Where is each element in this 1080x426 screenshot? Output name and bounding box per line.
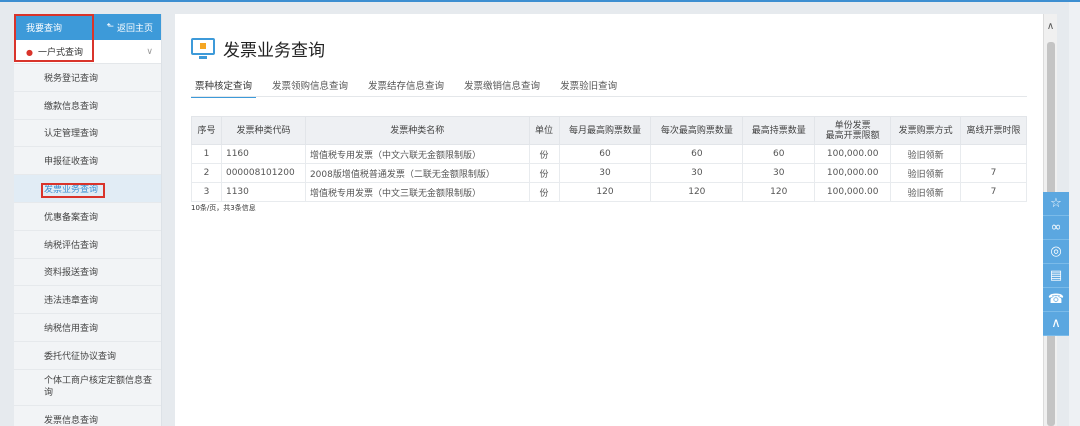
cell-seq: 3 [191, 182, 222, 202]
table-row: 2 000008101200 2008版增值税普通发票（二联无金额限制版） 份 … [191, 163, 1027, 183]
sidebar-item-declaration[interactable]: 申报征收查询 [14, 147, 161, 176]
cell-each-max: 60 [650, 144, 744, 164]
table-row: 1 1160 增值税专用发票（中文六联无金额限制版） 份 60 60 60 10… [191, 144, 1027, 164]
sidebar-item-recognition[interactable]: 认定管理查询 [14, 120, 161, 148]
th-name: 发票种类名称 [304, 116, 530, 145]
cell-code: 000008101200 [220, 163, 306, 183]
cell-monthly-max: 120 [558, 182, 652, 202]
cell-limit: 100,000.00 [814, 182, 892, 202]
th-monthly-max: 每月最高购票数量 [558, 116, 652, 145]
sidebar-item-invoice-info[interactable]: 发票信息查询 [14, 406, 161, 426]
th-unit: 单位 [528, 116, 560, 145]
sidebar-item-assessment[interactable]: 纳税评估查询 [14, 231, 161, 259]
cell-monthly-max: 30 [558, 163, 652, 183]
tab-invoice-purchase[interactable]: 发票领购信息查询 [268, 76, 352, 98]
sidebar-group-label: 一户式查询 [37, 48, 83, 58]
table-row: 3 1130 增值税专用发票（中文三联无金额限制版） 份 120 120 120… [191, 182, 1027, 202]
cell-method: 验旧领新 [890, 144, 962, 164]
back-arrow-icon: ⬑ [106, 22, 114, 32]
cell-seq: 1 [191, 144, 222, 164]
th-limit-line1: 单份发票 [834, 120, 871, 131]
tab-invoice-cancellation[interactable]: 发票缴销信息查询 [460, 76, 544, 98]
phone-icon[interactable]: ☎ [1043, 288, 1069, 312]
invoice-type-table: 序号 发票种类代码 发票种类名称 单位 每月最高购票数量 每次最高购票数量 最高… [191, 116, 1027, 202]
th-each-max: 每次最高购票数量 [650, 116, 744, 145]
window-edge [1069, 2, 1080, 426]
cell-offline: 7 [960, 182, 1027, 202]
cell-offline: 7 [960, 163, 1027, 183]
cell-unit: 份 [528, 182, 560, 202]
clipboard-icon[interactable]: ▤ [1043, 264, 1069, 288]
pagination-summary: 10条/页，共3条信息 [191, 204, 256, 212]
th-seq: 序号 [191, 116, 222, 145]
cell-name: 2008版增值税普通发票（二联无金额限制版） [304, 163, 530, 183]
cell-name: 增值税专用发票（中文六联无金额限制版） [304, 144, 530, 164]
th-method: 发票购票方式 [890, 116, 962, 145]
sidebar-item-tax-registration[interactable]: 税务登记查询 [14, 64, 161, 92]
sidebar-item-invoice-business[interactable]: 发票业务查询 [14, 175, 161, 203]
cell-method: 验旧领新 [890, 182, 962, 202]
th-limit: 单份发票 最高开票限额 [814, 116, 892, 145]
sidebar-item-entrusted-collection[interactable]: 委托代征协议查询 [14, 342, 161, 370]
monitor-icon [191, 37, 215, 60]
table-header-row: 序号 发票种类代码 发票种类名称 单位 每月最高购票数量 每次最高购票数量 最高… [191, 116, 1027, 145]
sidebar-title[interactable]: 我要查询 [26, 21, 62, 34]
th-max-hold: 最高持票数量 [742, 116, 816, 145]
scroll-up-icon[interactable]: ∧ [1044, 14, 1057, 38]
cell-offline [960, 144, 1027, 164]
cell-limit: 100,000.00 [814, 144, 892, 164]
bullet-icon: ● [26, 48, 33, 57]
sidebar-item-payment-info[interactable]: 缴款信息查询 [14, 92, 161, 120]
sidebar-item-violations[interactable]: 违法违章查询 [14, 286, 161, 315]
cell-code: 1130 [220, 182, 306, 202]
page-title-text: 发票业务查询 [223, 41, 325, 61]
th-code: 发票种类代码 [220, 116, 306, 145]
tab-bar: 票种核定查询 发票领购信息查询 发票结存信息查询 发票缴销信息查询 发票验旧查询 [191, 76, 621, 98]
tab-invoice-inventory[interactable]: 发票结存信息查询 [364, 76, 448, 98]
sidebar-item-credit[interactable]: 纳税信用查询 [14, 314, 161, 342]
th-limit-line2: 最高开票限额 [825, 130, 880, 141]
tab-invoice-verification[interactable]: 发票验旧查询 [556, 76, 621, 98]
main-panel: 发票业务查询 票种核定查询 发票领购信息查询 发票结存信息查询 发票缴销信息查询… [175, 14, 1043, 426]
sidebar-header: 我要查询 ⬑ 返回主页 [14, 14, 161, 40]
star-icon[interactable]: ☆ [1043, 192, 1069, 216]
tab-ticket-type-approval[interactable]: 票种核定查询 [191, 76, 257, 98]
cell-monthly-max: 60 [558, 144, 652, 164]
cell-max-hold: 120 [742, 182, 816, 202]
cell-unit: 份 [528, 163, 560, 183]
cell-max-hold: 60 [742, 144, 816, 164]
sidebar-item-document-submission[interactable]: 资料报送查询 [14, 259, 161, 287]
sidebar: 我要查询 ⬑ 返回主页 ● 一户式查询 ∨ 税务登记查询 缴款信息查询 认定管理查… [14, 14, 162, 426]
floating-toolbar: ☆ ∞ ◎ ▤ ☎ ∧ [1043, 192, 1069, 336]
back-home-label: 返回主页 [116, 23, 153, 34]
page-title: 发票业务查询 [191, 36, 325, 61]
cell-each-max: 30 [650, 163, 744, 183]
cell-each-max: 120 [650, 182, 744, 202]
link-icon[interactable]: ∞ [1043, 216, 1069, 240]
cell-max-hold: 30 [742, 163, 816, 183]
th-offline: 离线开票时限 [960, 116, 1027, 145]
sidebar-item-individual-quota[interactable]: 个体工商户核定定额信息查询 [14, 370, 161, 406]
back-home-link[interactable]: ⬑ 返回主页 [106, 21, 153, 34]
cell-name: 增值税专用发票（中文三联无金额限制版） [304, 182, 530, 202]
cell-method: 验旧领新 [890, 163, 962, 183]
cell-code: 1160 [220, 144, 306, 164]
tab-divider [191, 96, 1027, 97]
weibo-icon[interactable]: ◎ [1043, 240, 1069, 264]
top-accent-line [0, 0, 1080, 2]
chevron-up-icon[interactable]: ∧ [1043, 312, 1069, 336]
cell-limit: 100,000.00 [814, 163, 892, 183]
cell-seq: 2 [191, 163, 222, 183]
cell-unit: 份 [528, 144, 560, 164]
chevron-down-icon: ∨ [146, 46, 153, 57]
sidebar-item-preferential[interactable]: 优惠备案查询 [14, 203, 161, 231]
sidebar-group-household-query[interactable]: ● 一户式查询 ∨ [14, 40, 161, 64]
